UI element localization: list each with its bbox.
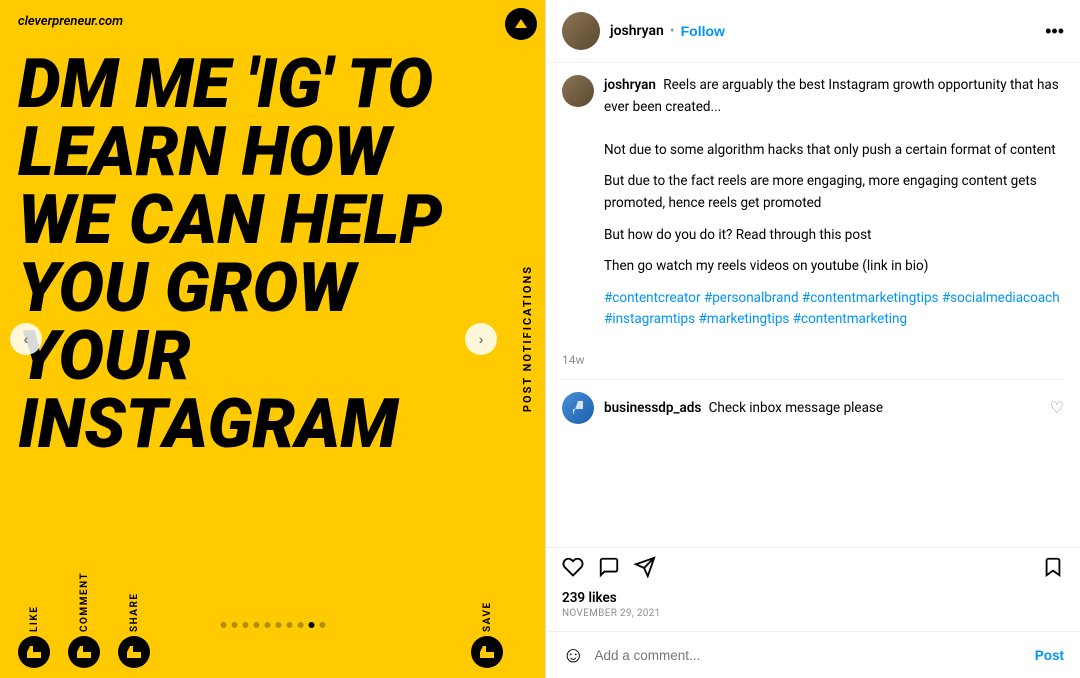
caption-line-2: Not due to some algorithm hacks that onl…: [604, 118, 1064, 161]
post-notifications-label: POST NOTIFICATIONS: [509, 0, 545, 678]
caption-block: joshryan Reels are arguably the best Ins…: [562, 75, 1064, 341]
like-button[interactable]: [562, 556, 584, 584]
post-detail-panel: joshryan • Follow ••• joshryan Reels are…: [545, 0, 1080, 678]
caption-line-3: But due to the fact reels are more engag…: [604, 171, 1064, 214]
post-headline: DM ME 'IG' TO LEARN HOW WE CAN HELP YOU …: [18, 50, 497, 458]
like-action[interactable]: LIKE: [18, 584, 50, 668]
comment-button[interactable]: [598, 556, 620, 584]
caption-line-4: But how do you do it? Read through this …: [604, 225, 1064, 247]
share-circle: [118, 636, 150, 668]
caption-body: joshryan Reels are arguably the best Ins…: [604, 75, 1064, 331]
share-button[interactable]: [634, 556, 656, 584]
reply-comment: businessdp_ads Check inbox message pleas…: [562, 384, 1064, 432]
caption-username[interactable]: joshryan: [604, 77, 656, 93]
avatar[interactable]: [562, 12, 600, 50]
reply-heart-button[interactable]: ♡: [1050, 398, 1064, 417]
bookmark-button[interactable]: [1042, 556, 1064, 584]
comment-circle: [68, 636, 100, 668]
reply-avatar[interactable]: [562, 392, 594, 424]
next-slide-button[interactable]: ›: [465, 323, 497, 355]
caption-line-1: Reels are arguably the best Instagram gr…: [604, 77, 1059, 115]
more-options-button[interactable]: •••: [1045, 21, 1064, 42]
site-watermark: cleverpreneur.com: [18, 14, 123, 29]
save-action[interactable]: SAVE: [471, 584, 503, 668]
header-username[interactable]: joshryan: [610, 23, 664, 39]
comment-label: COMMENT: [79, 584, 90, 632]
post-content-area: joshryan Reels are arguably the best Ins…: [546, 63, 1080, 547]
divider: [562, 379, 1064, 380]
caption-timestamp: 14w: [562, 353, 1064, 367]
like-circle: [18, 636, 50, 668]
bottom-action-bar: LIKE COMMENT SHARE SAVE: [0, 588, 509, 678]
share-action[interactable]: SHARE: [118, 584, 150, 668]
like-label: LIKE: [29, 584, 40, 632]
follow-button[interactable]: Follow: [681, 23, 725, 39]
post-image-panel: cleverpreneur.com POST NOTIFICATIONS ‹ ›…: [0, 0, 545, 678]
post-actions-bar: 239 likes NOVEMBER 29, 2021: [546, 547, 1080, 631]
caption-line-5: Then go watch my reels videos on youtube…: [604, 256, 1064, 278]
comment-action[interactable]: COMMENT: [68, 584, 100, 668]
post-date: NOVEMBER 29, 2021: [562, 608, 1064, 619]
save-circle: [471, 636, 503, 668]
post-comment-button[interactable]: Post: [1035, 648, 1064, 663]
reply-username[interactable]: businessdp_ads: [604, 400, 701, 416]
likes-count: 239 likes: [562, 590, 1064, 606]
action-icons-row: [562, 556, 1064, 584]
save-label: SAVE: [482, 584, 493, 632]
share-label: SHARE: [129, 584, 140, 632]
comment-input[interactable]: [594, 648, 1024, 663]
notifications-arrow-up[interactable]: [505, 8, 537, 40]
reply-message: Check inbox message please: [709, 400, 883, 416]
like-comment-share-actions: LIKE COMMENT SHARE: [0, 584, 150, 668]
emoji-button[interactable]: ☺: [562, 642, 584, 668]
prev-slide-button[interactable]: ‹: [10, 323, 42, 355]
caption-avatar[interactable]: [562, 75, 594, 107]
post-header: joshryan • Follow •••: [546, 0, 1080, 63]
reply-text: businessdp_ads Check inbox message pleas…: [604, 400, 1040, 416]
caption-hashtags[interactable]: #contentcreator #personalbrand #contentm…: [604, 288, 1064, 331]
add-comment-row: ☺ Post: [546, 631, 1080, 678]
